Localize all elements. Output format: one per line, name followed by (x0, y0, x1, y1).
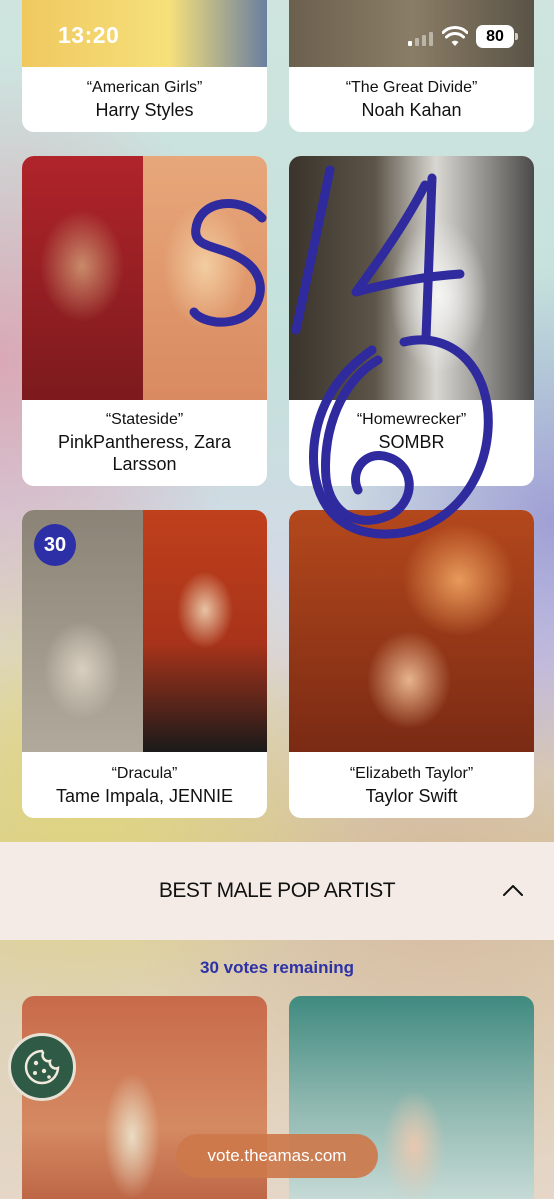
nominee-caption: “Stateside” PinkPantheress, Zara Larsson (22, 410, 267, 475)
wifi-icon (442, 26, 468, 46)
song-title: “Dracula” (111, 765, 178, 782)
song-title: “The Great Divide” (345, 79, 478, 96)
category-title: BEST MALE POP ARTIST (158, 879, 396, 902)
status-time: 13:20 (58, 22, 120, 48)
nominee-caption: “Dracula” Tame Impala, JENNIE (22, 764, 267, 807)
battery-level: 80 (486, 27, 504, 45)
nominee-card-dracula[interactable]: 30 “Dracula” Tame Impala, JENNIE (22, 510, 267, 818)
artist-name: Harry Styles (95, 100, 194, 120)
song-title: “American Girls” (86, 79, 203, 96)
category-header[interactable]: BEST MALE POP ARTIST (0, 842, 554, 940)
nominee-caption: “Homewrecker” SOMBR (289, 410, 534, 453)
cookie-settings-button[interactable] (8, 1033, 76, 1101)
cellular-signal-icon (408, 30, 434, 46)
artist-name: Tame Impala, JENNIE (55, 786, 234, 806)
song-title: “Elizabeth Taylor” (349, 765, 474, 782)
nominee-photo (289, 156, 534, 400)
nominee-card-stateside[interactable]: “Stateside” PinkPantheress, Zara Larsson (22, 156, 267, 486)
url-bar[interactable]: vote.theamas.com (176, 1134, 378, 1178)
cookie-icon (24, 1049, 60, 1085)
nominee-caption: “The Great Divide” Noah Kahan (289, 78, 534, 121)
vote-count-badge: 30 (34, 524, 76, 566)
artist-name: SOMBR (378, 432, 445, 452)
status-bar: 13:20 80 (0, 0, 554, 62)
artist-name: Noah Kahan (361, 100, 462, 120)
nominee-card-homewrecker[interactable]: “Homewrecker” SOMBR (289, 156, 534, 486)
song-title: “Homewrecker” (356, 411, 467, 428)
votes-remaining: 30 votes remaining (199, 958, 354, 977)
song-title: “Stateside” (105, 411, 184, 428)
nominee-card-elizabeth-taylor[interactable]: “Elizabeth Taylor” Taylor Swift (289, 510, 534, 818)
nominee-photo (289, 510, 534, 752)
nominee-photo (22, 156, 267, 400)
artist-name: Taylor Swift (365, 786, 458, 806)
battery-icon: 80 (476, 25, 518, 48)
nominee-caption: “American Girls” Harry Styles (22, 78, 267, 121)
artist-name: PinkPantheress, Zara Larsson (57, 432, 232, 474)
chevron-up-icon[interactable] (502, 880, 524, 902)
nominee-caption: “Elizabeth Taylor” Taylor Swift (289, 764, 534, 807)
